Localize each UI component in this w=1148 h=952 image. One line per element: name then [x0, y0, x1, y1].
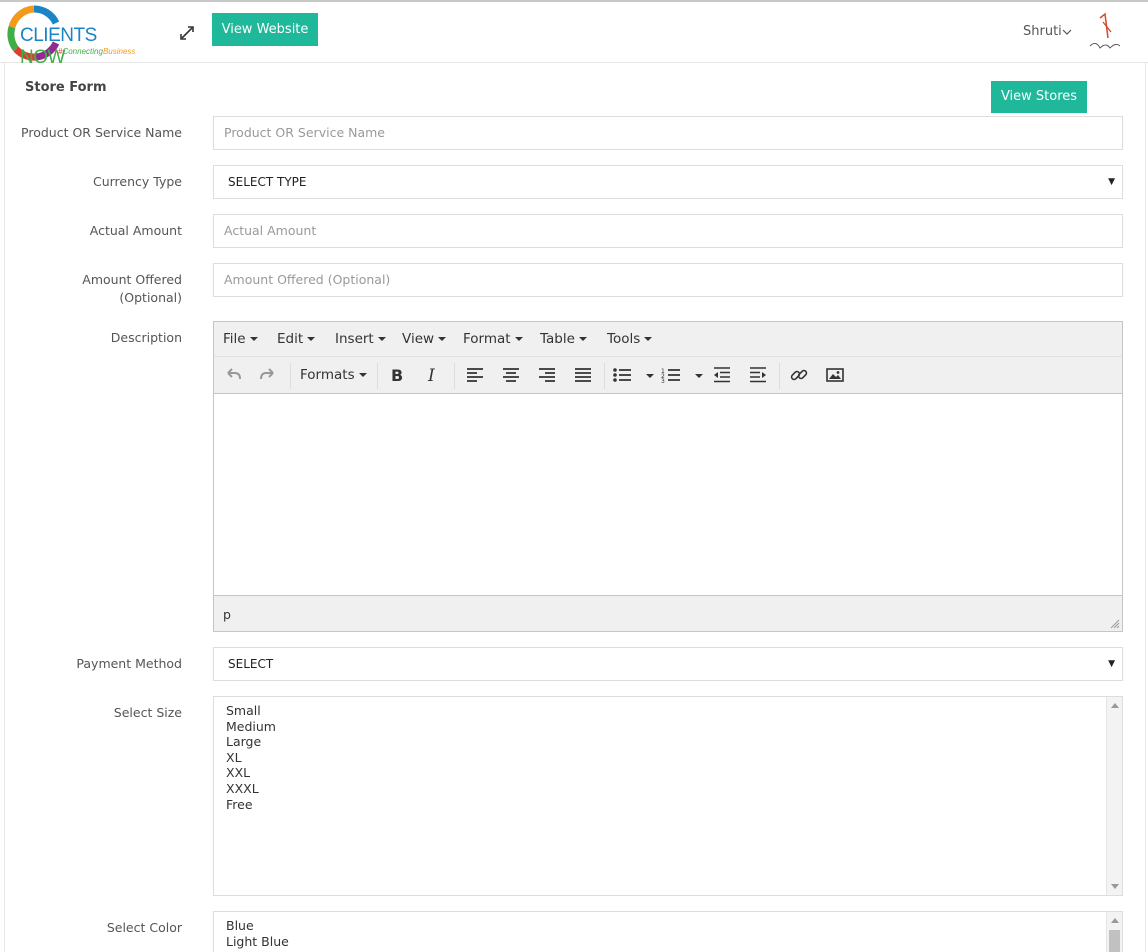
- amount-offered-label: Amount Offered (Optional): [12, 271, 182, 307]
- select-arrow-icon: ▼: [1108, 659, 1115, 669]
- bold-icon[interactable]: B: [386, 365, 408, 385]
- chevron-down-icon[interactable]: [1062, 28, 1072, 36]
- toolbar-separator: [377, 363, 378, 389]
- caret-down-icon: [307, 337, 316, 341]
- view-website-button[interactable]: View Website: [212, 13, 318, 46]
- app-header: CLIENTS NOW #ConnectingBusiness View Web…: [0, 2, 1148, 68]
- align-left-icon[interactable]: [464, 365, 486, 385]
- caret-down-icon: [438, 337, 447, 341]
- indent-icon[interactable]: [747, 365, 769, 385]
- editor-menubar: File Edit Insert View Format Table Tools: [214, 322, 1122, 357]
- menu-edit[interactable]: Edit: [277, 331, 316, 347]
- link-icon[interactable]: [788, 365, 810, 385]
- payment-method-value: SELECT: [228, 657, 274, 671]
- product-name-label: Product OR Service Name: [21, 125, 182, 140]
- size-option[interactable]: Small: [226, 703, 276, 719]
- caret-down-icon: [377, 337, 386, 341]
- expand-arrows-icon[interactable]: [178, 24, 196, 42]
- align-justify-icon[interactable]: [572, 365, 594, 385]
- menu-table[interactable]: Table: [540, 331, 587, 347]
- view-stores-button[interactable]: View Stores: [991, 81, 1087, 113]
- scroll-up-icon[interactable]: [1111, 703, 1119, 708]
- bullet-list-caret-icon[interactable]: [646, 374, 654, 378]
- size-scrollbar[interactable]: [1106, 697, 1122, 895]
- logo-tagline: #ConnectingBusiness: [58, 47, 136, 56]
- description-editor: File Edit Insert View Format Table Tools…: [213, 321, 1123, 632]
- svg-text:3: 3: [661, 378, 665, 385]
- size-option[interactable]: Free: [226, 797, 276, 813]
- formats-dropdown[interactable]: Formats: [300, 367, 367, 383]
- image-icon[interactable]: [824, 365, 846, 385]
- select-size-label: Select Size: [113, 705, 182, 720]
- amount-offered-input[interactable]: Amount Offered (Optional): [213, 263, 1123, 297]
- outdent-icon[interactable]: [711, 365, 733, 385]
- resize-handle-icon[interactable]: [1110, 619, 1120, 629]
- toolbar-separator: [454, 363, 455, 389]
- svg-text:B: B: [391, 366, 403, 385]
- color-option[interactable]: Light Blue: [226, 934, 289, 950]
- menu-file[interactable]: File: [223, 331, 258, 347]
- color-option[interactable]: Blue: [226, 918, 289, 934]
- product-name-input[interactable]: Product OR Service Name: [213, 116, 1123, 150]
- editor-content-area[interactable]: [214, 394, 1122, 595]
- toolbar-separator: [604, 363, 605, 389]
- menu-view[interactable]: View: [402, 331, 447, 347]
- numbered-list-caret-icon[interactable]: [695, 374, 703, 378]
- signature-avatar-icon[interactable]: [1086, 10, 1124, 54]
- align-right-icon[interactable]: [536, 365, 558, 385]
- caret-down-icon: [358, 373, 367, 377]
- menu-tools[interactable]: Tools: [607, 331, 653, 347]
- editor-toolbar: Formats B I 123: [214, 357, 1122, 394]
- toolbar-separator: [779, 363, 780, 389]
- payment-method-select[interactable]: SELECT ▼: [213, 647, 1123, 681]
- color-scrollbar[interactable]: [1106, 912, 1122, 952]
- currency-type-value: SELECT TYPE: [228, 175, 307, 189]
- toolbar-separator: [290, 363, 291, 389]
- svg-text:I: I: [427, 366, 435, 385]
- size-option[interactable]: Medium: [226, 719, 276, 735]
- size-option[interactable]: Large: [226, 734, 276, 750]
- element-path[interactable]: p: [223, 607, 231, 622]
- select-size-listbox[interactable]: Small Medium Large XL XXL XXXL Free: [213, 696, 1123, 896]
- user-name[interactable]: Shruti: [1023, 24, 1062, 39]
- scroll-down-icon[interactable]: [1111, 884, 1119, 889]
- size-option[interactable]: XL: [226, 750, 276, 766]
- caret-down-icon: [514, 337, 523, 341]
- size-option[interactable]: XXXL: [226, 781, 276, 797]
- size-option[interactable]: XXL: [226, 765, 276, 781]
- actual-amount-input[interactable]: Actual Amount: [213, 214, 1123, 248]
- menu-format[interactable]: Format: [463, 331, 523, 347]
- select-color-listbox[interactable]: Blue Light Blue: [213, 911, 1123, 952]
- currency-type-label: Currency Type: [92, 174, 182, 189]
- page-title: Store Form: [25, 80, 107, 95]
- select-arrow-icon: ▼: [1108, 177, 1115, 187]
- payment-method-label: Payment Method: [76, 656, 182, 671]
- italic-icon[interactable]: I: [422, 365, 444, 386]
- menu-insert[interactable]: Insert: [335, 331, 386, 347]
- currency-type-select[interactable]: SELECT TYPE ▼: [213, 165, 1123, 199]
- description-label: Description: [110, 330, 182, 345]
- caret-down-icon: [578, 337, 587, 341]
- editor-statusbar: p: [214, 595, 1122, 631]
- undo-icon[interactable]: [222, 365, 244, 385]
- caret-down-icon: [249, 337, 258, 341]
- numbered-list-icon[interactable]: 123: [660, 365, 682, 385]
- caret-down-icon: [644, 337, 653, 341]
- scroll-thumb[interactable]: [1109, 930, 1120, 952]
- amount-offered-label-line1: Amount Offered: [82, 272, 182, 287]
- actual-amount-label: Actual Amount: [89, 223, 182, 238]
- bullet-list-icon[interactable]: [611, 365, 633, 385]
- amount-offered-label-line2: (Optional): [119, 290, 182, 305]
- align-center-icon[interactable]: [500, 365, 522, 385]
- scroll-up-icon[interactable]: [1111, 918, 1119, 923]
- clients-now-logo[interactable]: CLIENTS NOW #ConnectingBusiness: [6, 5, 146, 68]
- redo-icon[interactable]: [257, 365, 279, 385]
- select-color-label: Select Color: [106, 920, 182, 935]
